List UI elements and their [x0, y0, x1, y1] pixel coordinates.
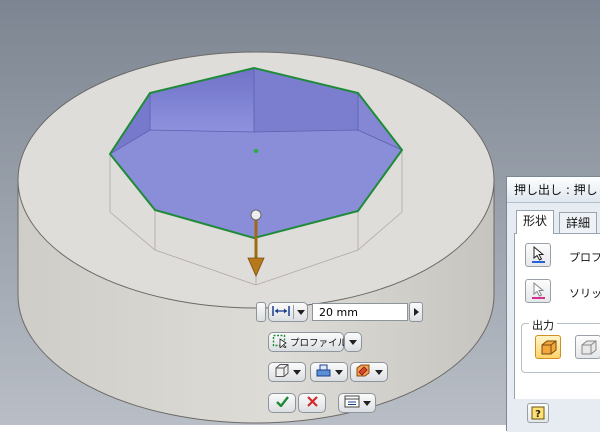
output-surface-button[interactable] — [575, 335, 600, 359]
extrude-dialog: 押し出し : 押し 形状 詳細 プロファ ソリッド 出力 — [506, 176, 600, 432]
profile-button-label: プロファイル — [290, 338, 348, 349]
solid-cube-icon — [540, 339, 558, 359]
solid-select-button[interactable] — [525, 279, 551, 303]
tab-shape[interactable]: 形状 — [516, 210, 555, 234]
operation-dropdown-button[interactable] — [350, 362, 388, 382]
tab-details[interactable]: 詳細 — [559, 212, 598, 234]
close-icon — [306, 396, 318, 410]
mini-toolbar-grip[interactable] — [256, 302, 266, 322]
profile-button[interactable]: プロファイル — [268, 332, 348, 352]
chevron-down-icon — [375, 369, 383, 375]
ok-button[interactable] — [268, 393, 296, 413]
panel-options-icon — [344, 395, 360, 411]
cursor-arrow-icon — [532, 281, 546, 303]
surface-cube-icon — [580, 339, 598, 359]
profile-select-icon — [272, 334, 288, 351]
boolean-operation-icon — [355, 363, 372, 381]
profile-center-point — [253, 148, 259, 154]
extents-dropdown-button[interactable] — [268, 362, 306, 382]
profile-dropdown-button[interactable] — [344, 332, 362, 352]
solid-label: ソリッド — [569, 287, 600, 300]
dialog-button-bar — [507, 399, 600, 432]
chevron-right-icon — [413, 308, 419, 316]
output-group-title: 出力 — [529, 317, 557, 333]
svg-text:?: ? — [535, 409, 541, 420]
flip-direction-icon — [315, 363, 332, 381]
checkmark-icon — [275, 396, 289, 410]
dimension-arrows-icon — [272, 305, 290, 320]
output-solid-button[interactable] — [535, 335, 561, 359]
options-dropdown-button[interactable] — [338, 393, 376, 413]
profile-label: プロファ — [569, 251, 600, 264]
chevron-down-icon — [362, 400, 371, 406]
chevron-down-icon — [297, 309, 305, 315]
cube-outline-icon — [274, 363, 290, 381]
cursor-arrow-icon — [532, 245, 546, 267]
direction-dropdown-button[interactable] — [310, 362, 348, 382]
chevron-down-icon — [349, 339, 357, 345]
distance-input[interactable] — [312, 303, 408, 321]
help-icon: ? — [531, 406, 545, 423]
distance-flyout-button[interactable] — [409, 302, 423, 322]
help-button[interactable]: ? — [527, 403, 549, 423]
distance-mode-button[interactable] — [268, 302, 308, 322]
profile-select-button[interactable] — [525, 243, 551, 267]
dialog-title[interactable]: 押し出し : 押し — [507, 177, 600, 203]
cancel-button[interactable] — [298, 393, 326, 413]
chevron-down-icon — [335, 369, 343, 375]
chevron-down-icon — [292, 369, 301, 375]
